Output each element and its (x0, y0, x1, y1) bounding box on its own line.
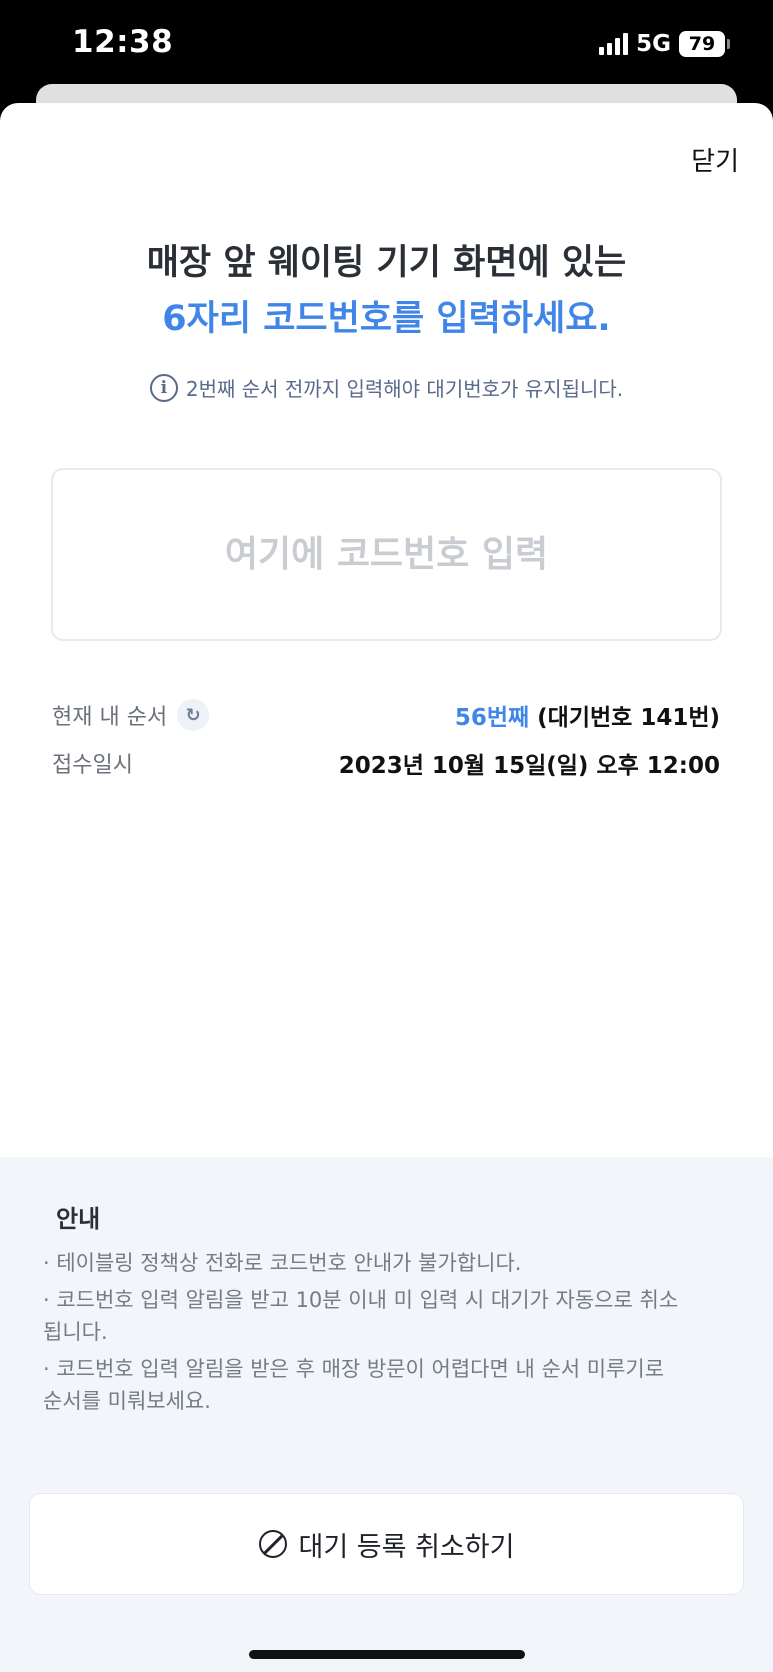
close-button[interactable]: 닫기 (691, 141, 739, 178)
guide-item: · 테이블링 정책상 전화로 코드번호 안내가 불가합니다. (43, 1251, 522, 1275)
code-entry-sheet: 닫기 매장 앞 웨이팅 기기 화면에 있는 6자리 코드번호를 입력하세요. i… (0, 103, 773, 1672)
status-bar: 12:38 5G 79 (0, 0, 773, 90)
order-value-group: 56번째 (대기번호 141번) (455, 698, 720, 732)
signal-icon (599, 33, 629, 55)
prohibited-icon (258, 1530, 287, 1558)
code-input[interactable] (51, 468, 722, 641)
cancel-button-label: 대기 등록 취소하기 (298, 1531, 515, 1563)
guide-item: · 코드번호 입력 알림을 받은 후 매장 방문이 어렵다면 내 순서 미루기로… (43, 1357, 665, 1413)
guide-title: 안내 (56, 1205, 101, 1233)
order-value: 56번째 (454, 705, 530, 731)
network-type: 5G (636, 31, 671, 57)
title-line-2: 6자리 코드번호를 입력하세요. (162, 299, 611, 339)
notice-line: i 2번째 순서 전까지 입력해야 대기번호가 유지됩니다. (0, 373, 773, 402)
status-time: 12:38 (72, 24, 174, 60)
received-value: 2023년 10월 15일(일) 오후 12:00 (338, 753, 720, 779)
page-title: 매장 앞 웨이팅 기기 화면에 있는 6자리 코드번호를 입력하세요. (0, 235, 773, 347)
waiting-number: (대기번호 141번) (537, 705, 720, 731)
order-row: 현재 내 순서 ↻ 56번째 (대기번호 141번) (52, 695, 720, 735)
status-indicators: 5G 79 (599, 30, 730, 58)
battery-icon: 79 (679, 31, 730, 57)
info-icon: i (149, 373, 178, 402)
title-line-1: 매장 앞 웨이팅 기기 화면에 있는 (146, 243, 627, 283)
notice-text: 2번째 순서 전까지 입력해야 대기번호가 유지됩니다. (185, 377, 624, 401)
cancel-registration-button[interactable]: 대기 등록 취소하기 (29, 1493, 744, 1595)
received-label: 접수일시 (52, 753, 133, 778)
order-label: 현재 내 순서 (52, 705, 168, 730)
home-indicator (249, 1650, 525, 1659)
received-row: 접수일시 2023년 10월 15일(일) 오후 12:00 (52, 743, 720, 783)
order-label-group: 현재 내 순서 ↻ (52, 699, 210, 731)
guide-list: · 테이블링 정책상 전화로 코드번호 안내가 불가합니다. · 코드번호 입력… (43, 1247, 683, 1422)
refresh-icon[interactable]: ↻ (177, 699, 210, 731)
guide-item: · 코드번호 입력 알림을 받고 10분 이내 미 입력 시 대기가 자동으로 … (43, 1288, 679, 1344)
